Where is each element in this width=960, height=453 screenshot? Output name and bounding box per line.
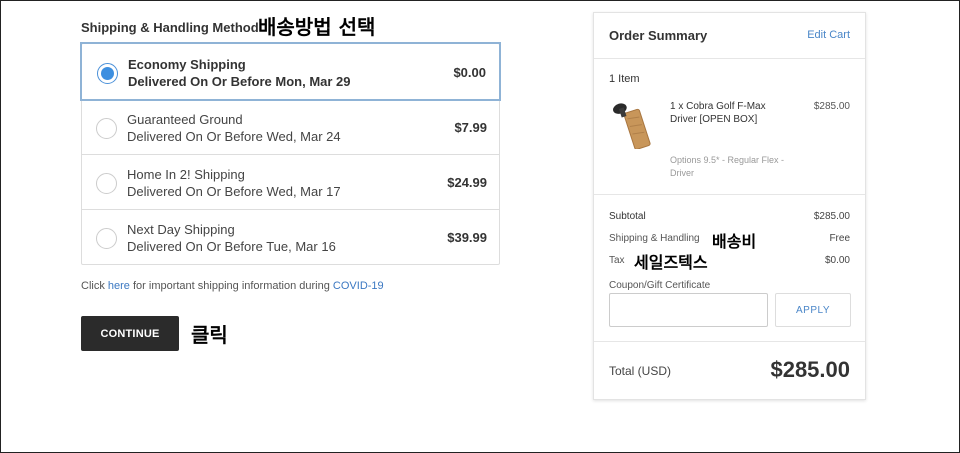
radio-unselected-icon[interactable] bbox=[96, 173, 117, 194]
shipping-option-name: Economy Shipping bbox=[128, 57, 246, 72]
subtotal-label: Subtotal bbox=[609, 211, 646, 222]
apply-button[interactable]: APPLY bbox=[775, 293, 851, 327]
shipping-option-price: $39.99 bbox=[447, 230, 487, 245]
shipping-option-guaranteed-ground[interactable]: Guaranteed Ground Delivered On Or Before… bbox=[82, 99, 499, 154]
total-value: $285.00 bbox=[770, 357, 850, 382]
total-label: Total (USD) bbox=[609, 364, 672, 378]
covid-note-prefix: Click bbox=[81, 280, 108, 292]
radio-selected-icon[interactable] bbox=[97, 63, 118, 84]
shipping-method-title: Shipping & Handling Method bbox=[81, 20, 259, 35]
here-link[interactable]: here bbox=[108, 280, 130, 292]
subtotal-value: $285.00 bbox=[813, 211, 850, 222]
annotation-select-method: 배송방법 선택 bbox=[258, 15, 376, 39]
shipping-option-economy[interactable]: Economy Shipping Delivered On Or Before … bbox=[81, 43, 500, 100]
shipping-option-name: Guaranteed Ground bbox=[127, 112, 243, 127]
annotation-sales-tax: 세일즈텍스 bbox=[634, 253, 708, 272]
shipping-option-next-day[interactable]: Next Day Shipping Delivered On Or Before… bbox=[82, 209, 499, 264]
shipping-option-date: Delivered On Or Before Wed, Mar 24 bbox=[127, 129, 341, 144]
shipping-option-date: Delivered On Or Before Tue, Mar 16 bbox=[127, 239, 336, 254]
covid-19-link[interactable]: COVID-19 bbox=[333, 280, 384, 292]
tax-label: Tax bbox=[609, 255, 625, 266]
continue-button[interactable]: CONTINUE bbox=[81, 316, 179, 351]
shipping-option-price: $0.00 bbox=[453, 65, 486, 80]
item-price: $285.00 bbox=[813, 101, 850, 112]
summary-divider bbox=[594, 194, 865, 195]
item-name[interactable]: 1 x Cobra Golf F-Max Driver [OPEN BOX] bbox=[670, 100, 790, 126]
shipping-option-name: Next Day Shipping bbox=[127, 222, 235, 237]
coupon-input[interactable] bbox=[609, 293, 768, 327]
shipping-handling-value: Free bbox=[829, 233, 850, 244]
radio-unselected-icon[interactable] bbox=[96, 118, 117, 139]
shipping-option-price: $24.99 bbox=[447, 175, 487, 190]
edit-cart-link[interactable]: Edit Cart bbox=[807, 29, 850, 41]
annotation-click: 클릭 bbox=[191, 323, 228, 347]
page-frame: Shipping & Handling Method 배송방법 선택 Econo… bbox=[0, 0, 960, 453]
order-summary-title: Order Summary bbox=[609, 28, 708, 43]
shipping-option-date: Delivered On Or Before Mon, Mar 29 bbox=[128, 74, 351, 89]
order-summary-panel: Order Summary Edit Cart 1 Item 1 x Cobra… bbox=[593, 12, 866, 400]
golf-driver-product-image bbox=[613, 103, 651, 149]
covid-shipping-note: Click here for important shipping inform… bbox=[81, 280, 384, 292]
shipping-option-price: $7.99 bbox=[454, 120, 487, 135]
order-summary-header: Order Summary Edit Cart bbox=[594, 13, 865, 59]
item-options: Options 9.5* - Regular Flex - Driver bbox=[670, 155, 785, 178]
radio-dot bbox=[101, 67, 114, 80]
shipping-option-date: Delivered On Or Before Wed, Mar 17 bbox=[127, 184, 341, 199]
radio-unselected-icon[interactable] bbox=[96, 228, 117, 249]
tax-value: $0.00 bbox=[824, 255, 850, 266]
shipping-handling-label: Shipping & Handling bbox=[609, 233, 700, 244]
coupon-label: Coupon/Gift Certificate bbox=[609, 280, 711, 291]
covid-note-middle: for important shipping information durin… bbox=[129, 280, 333, 292]
shipping-option-home-in-2[interactable]: Home In 2! Shipping Delivered On Or Befo… bbox=[82, 154, 499, 209]
shipping-option-name: Home In 2! Shipping bbox=[127, 167, 245, 182]
item-count: 1 Item bbox=[609, 73, 640, 85]
annotation-shipping-fee: 배송비 bbox=[712, 232, 757, 251]
summary-divider bbox=[594, 341, 865, 342]
shipping-options-list: Economy Shipping Delivered On Or Before … bbox=[81, 43, 500, 265]
